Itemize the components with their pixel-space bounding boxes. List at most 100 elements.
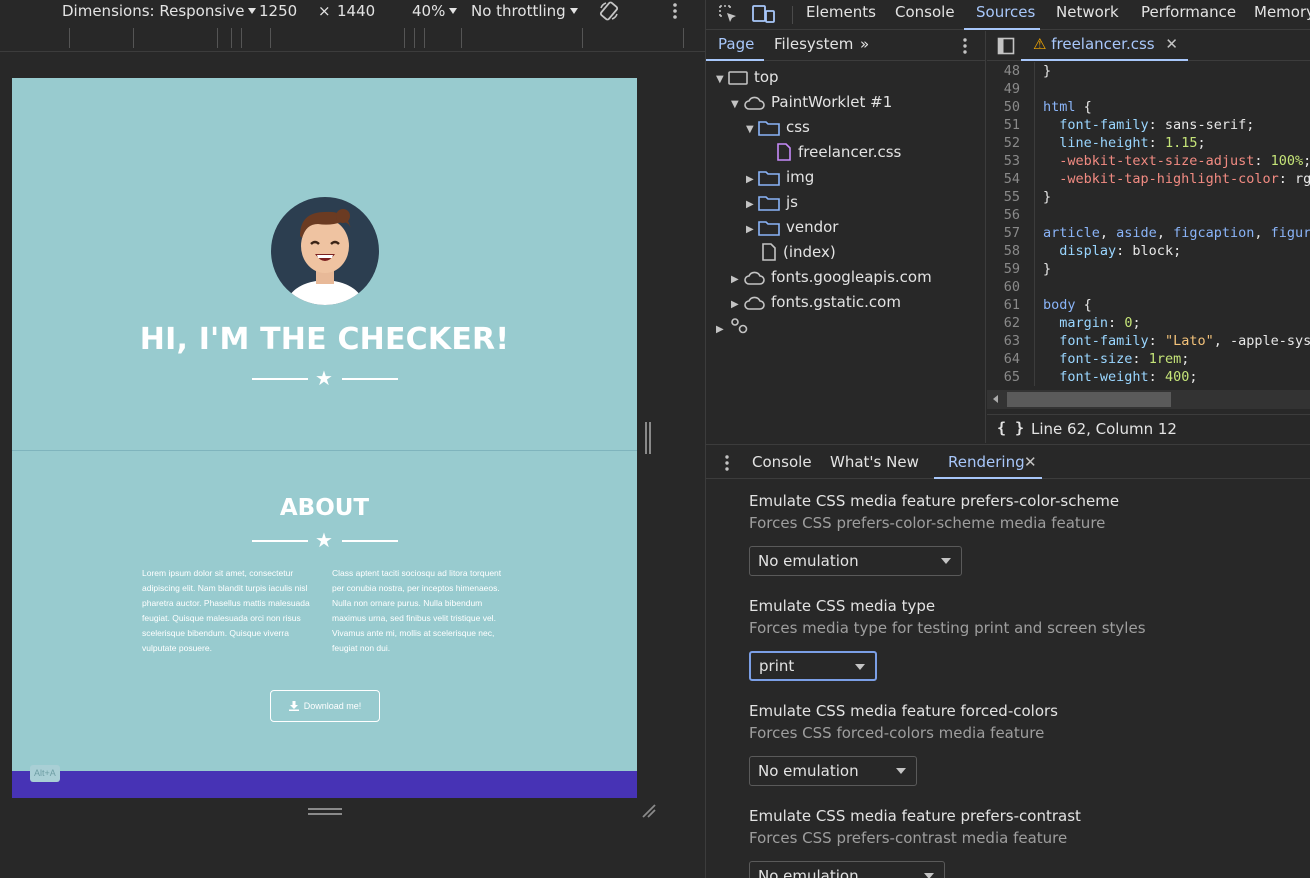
editor-tabs: ⚠ freelancer.css ✕ bbox=[987, 31, 1310, 61]
throttling-dropdown[interactable]: No throttling bbox=[471, 2, 578, 20]
select-value: No emulation bbox=[758, 552, 859, 570]
tree-item-css-folder[interactable]: ▼ css bbox=[746, 116, 810, 138]
tree-item-index[interactable]: (index) bbox=[761, 241, 836, 263]
footer-bar bbox=[12, 771, 637, 798]
inspect-element-icon[interactable] bbox=[718, 4, 738, 28]
horizontal-scrollbar[interactable] bbox=[987, 390, 1310, 409]
line-number[interactable]: 56 bbox=[987, 206, 1035, 224]
tree-item-top[interactable]: ▼ top bbox=[716, 66, 779, 88]
tab-page[interactable]: Page bbox=[718, 35, 754, 53]
forced-colors-select[interactable]: No emulation bbox=[749, 756, 917, 786]
tree-item-extensions[interactable]: ▶ bbox=[716, 316, 756, 338]
code-token: : rgba(0,0,0,0); bbox=[1278, 171, 1310, 187]
height-input[interactable]: 1440 bbox=[337, 2, 375, 20]
more-tabs-icon[interactable]: » bbox=[860, 35, 869, 53]
code-token: -webkit-tap-highlight-color bbox=[1059, 171, 1279, 187]
tree-item-googleapis[interactable]: ▶ fonts.googleapis.com bbox=[731, 266, 932, 288]
rotate-icon[interactable] bbox=[598, 0, 620, 26]
tree-item-vendor-folder[interactable]: ▶ vendor bbox=[746, 216, 838, 238]
code-token: font-weight bbox=[1059, 369, 1149, 385]
tree-item-img-folder[interactable]: ▶ img bbox=[746, 166, 814, 188]
cloud-icon bbox=[744, 296, 765, 310]
line-number[interactable]: 49 bbox=[987, 80, 1035, 98]
code-token: : bbox=[1132, 351, 1149, 367]
tab-console[interactable]: Console bbox=[895, 3, 955, 21]
code-token: ; bbox=[1303, 153, 1310, 169]
expanded-arrow-icon: ▼ bbox=[746, 124, 754, 135]
resize-corner-icon[interactable] bbox=[641, 803, 657, 819]
tab-performance[interactable]: Performance bbox=[1141, 3, 1236, 21]
line-number[interactable]: 50 bbox=[987, 98, 1035, 116]
collapsed-arrow-icon: ▶ bbox=[716, 324, 724, 335]
code-token: 1rem bbox=[1148, 351, 1182, 367]
tab-sources[interactable]: Sources bbox=[976, 3, 1035, 21]
line-number[interactable]: 54 bbox=[987, 170, 1035, 188]
editor-status-bar: { } Line 62, Column 12 bbox=[987, 414, 1310, 443]
navigator-menu-icon[interactable] bbox=[960, 37, 970, 59]
line-number[interactable]: 60 bbox=[987, 278, 1035, 296]
code-token: , bbox=[1099, 225, 1117, 241]
tree-item-gstatic[interactable]: ▶ fonts.gstatic.com bbox=[731, 291, 901, 313]
more-options-icon[interactable] bbox=[668, 0, 682, 26]
resize-handle-bottom[interactable] bbox=[308, 808, 342, 816]
width-input[interactable]: 1250 bbox=[259, 2, 297, 20]
zoom-dropdown[interactable]: 40% bbox=[412, 2, 458, 20]
close-icon[interactable]: ✕ bbox=[1165, 35, 1178, 53]
code-token: , bbox=[1156, 225, 1174, 241]
tab-filesystem[interactable]: Filesystem bbox=[774, 35, 853, 53]
dimensions-label: Dimensions: Responsive bbox=[62, 2, 245, 20]
drawer-menu-icon[interactable] bbox=[722, 454, 732, 476]
tab-memory[interactable]: Memory bbox=[1254, 3, 1310, 21]
tree-item-paintworklet[interactable]: ▼ PaintWorklet #1 bbox=[731, 91, 892, 113]
drawer-tab-whats-new[interactable]: What's New bbox=[830, 453, 919, 471]
tree-label: freelancer.css bbox=[798, 143, 902, 161]
dimensions-dropdown[interactable]: Dimensions: Responsive bbox=[62, 2, 257, 20]
media-query-ruler bbox=[0, 26, 705, 52]
code-token: : bbox=[1254, 153, 1271, 169]
line-number[interactable]: 55 bbox=[987, 188, 1035, 206]
code-token: -webkit-text-size-adjust bbox=[1059, 153, 1255, 169]
file-tab-freelancer-css[interactable]: ⚠ freelancer.css ✕ bbox=[1021, 31, 1188, 61]
tab-network[interactable]: Network bbox=[1056, 3, 1119, 21]
pretty-print-icon[interactable]: { } bbox=[997, 419, 1024, 437]
code-line: 50 html { bbox=[987, 98, 1310, 116]
collapsed-arrow-icon: ▶ bbox=[731, 299, 739, 310]
select-value: No emulation bbox=[758, 762, 859, 780]
prefers-contrast-select[interactable]: No emulation bbox=[749, 861, 945, 878]
tree-item-css-file[interactable]: freelancer.css bbox=[776, 141, 901, 163]
collapsed-arrow-icon: ▶ bbox=[731, 274, 739, 285]
code-lines[interactable]: 48} 49 50 html {51 font-family: sans-serif;… bbox=[987, 62, 1310, 390]
folder-icon bbox=[758, 171, 780, 186]
tree-item-js-folder[interactable]: ▶ js bbox=[746, 191, 798, 213]
line-number[interactable]: 62 bbox=[987, 314, 1035, 332]
expanded-arrow-icon: ▼ bbox=[731, 99, 739, 110]
line-number[interactable]: 61 bbox=[987, 296, 1035, 314]
code-token: ; bbox=[1197, 135, 1206, 151]
toggle-navigator-icon[interactable] bbox=[997, 37, 1015, 59]
line-number[interactable]: 64 bbox=[987, 350, 1035, 368]
drawer-tab-console[interactable]: Console bbox=[752, 453, 812, 471]
line-number[interactable]: 65 bbox=[987, 368, 1035, 386]
line-number[interactable]: 48 bbox=[987, 62, 1035, 80]
resize-handle-right[interactable] bbox=[645, 422, 651, 454]
line-number[interactable]: 58 bbox=[987, 242, 1035, 260]
tab-elements[interactable]: Elements bbox=[806, 3, 876, 21]
line-number[interactable]: 52 bbox=[987, 134, 1035, 152]
line-number[interactable]: 63 bbox=[987, 332, 1035, 350]
line-number[interactable]: 57 bbox=[987, 224, 1035, 242]
device-toolbar-icon[interactable] bbox=[752, 4, 776, 28]
drawer-tab-rendering[interactable]: Rendering bbox=[948, 453, 1025, 471]
download-button[interactable]: Download me! bbox=[270, 690, 380, 722]
line-number[interactable]: 53 bbox=[987, 152, 1035, 170]
device-mode-area: Dimensions: Responsive 1250 × 1440 40% N… bbox=[0, 0, 705, 878]
scroll-left-icon[interactable] bbox=[993, 395, 998, 403]
line-number[interactable]: 51 bbox=[987, 116, 1035, 134]
media-type-select[interactable]: print bbox=[749, 651, 877, 681]
close-icon[interactable]: ✕ bbox=[1024, 453, 1037, 471]
scrollbar-thumb[interactable] bbox=[1007, 392, 1171, 407]
setting-prefers-color-scheme: Emulate CSS media feature prefers-color-… bbox=[749, 492, 1269, 576]
line-number[interactable]: 59 bbox=[987, 260, 1035, 278]
prefers-color-scheme-select[interactable]: No emulation bbox=[749, 546, 962, 576]
code-token: : bbox=[1148, 333, 1165, 349]
about-title: ABOUT bbox=[279, 495, 370, 521]
